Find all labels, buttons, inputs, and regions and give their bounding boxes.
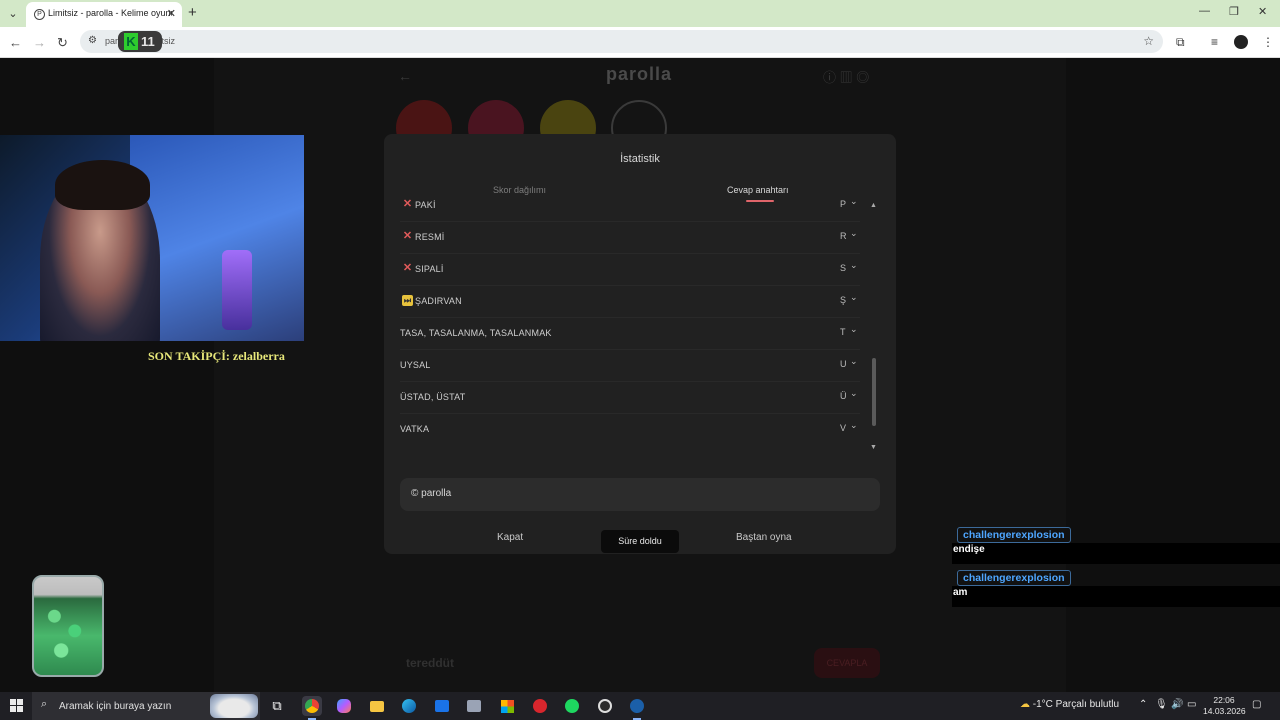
- chat-text: am: [952, 586, 1280, 607]
- mail-icon[interactable]: [432, 696, 452, 716]
- chat-overlay: challengerexplosion endişe challengerexp…: [952, 525, 1280, 611]
- scroll-down-icon[interactable]: ▼: [870, 444, 877, 451]
- network-icon[interactable]: ▭: [1187, 699, 1196, 710]
- speaker-icon[interactable]: 🔊: [1171, 699, 1183, 710]
- scroll-thumb[interactable]: [872, 358, 876, 426]
- site-favicon-icon: P: [34, 9, 45, 20]
- kick-overlay-badge: K 11: [118, 31, 162, 52]
- time-up-toast: Süre doldu: [601, 530, 679, 553]
- tab-search-button[interactable]: ⌄: [4, 5, 22, 23]
- media-controls-icon[interactable]: ≡: [1211, 35, 1218, 49]
- answer-input[interactable]: tereddüt: [398, 648, 818, 678]
- chevron-down-icon[interactable]: ⌄: [850, 292, 858, 303]
- edge-icon[interactable]: [399, 696, 419, 716]
- kick-logo-icon: K: [124, 33, 138, 50]
- partly-cloudy-icon: ☁: [1020, 699, 1030, 710]
- steam-icon[interactable]: [627, 696, 647, 720]
- minimize-icon[interactable]: —: [1199, 5, 1210, 17]
- chat-username: challengerexplosion: [957, 527, 1071, 543]
- task-view-icon[interactable]: ⧉: [267, 696, 287, 716]
- game-logo: parolla: [606, 64, 673, 84]
- chevron-down-icon[interactable]: ⌄: [850, 260, 858, 271]
- pass-icon: ⏭: [402, 295, 413, 306]
- game-back-icon[interactable]: ←: [398, 68, 412, 84]
- chevron-down-icon[interactable]: ⌄: [850, 420, 858, 431]
- new-tab-icon[interactable]: +: [188, 4, 197, 21]
- wrong-icon: ✕: [402, 198, 413, 210]
- answer-list[interactable]: ✕ PAKİ P ⌄ ✕ RESMİ R ⌄ ✕ SIPALİ S ⌄ ⏭ ŞA…: [400, 196, 860, 454]
- answer-list-scrollbar[interactable]: ▲ ▼: [870, 202, 878, 454]
- windows-start-icon[interactable]: [10, 699, 23, 712]
- site-info-icon[interactable]: ⚙: [88, 35, 97, 46]
- profile-avatar[interactable]: [1234, 35, 1248, 49]
- chevron-down-icon[interactable]: ⌄: [850, 388, 858, 399]
- tab-title: Limitsiz - parolla - Kelime oyunu: [48, 8, 172, 18]
- close-button[interactable]: Kapat: [497, 532, 523, 543]
- last-follower-label: SON TAKİPÇİ: zelalberra: [148, 349, 285, 363]
- submit-answer-button[interactable]: CEVAPLA: [814, 648, 880, 678]
- answer-row[interactable]: ÜSTAD, ÜSTAT Ü ⌄: [400, 382, 860, 414]
- copyright-bar: © parolla: [400, 478, 880, 511]
- address-toolbar: ← → ↻ ⚙ paroorgimitsiz ☆: [0, 27, 1280, 58]
- chat-message: challengerexplosion endişe: [952, 525, 1280, 568]
- answer-row[interactable]: VATKA V ⌄: [400, 414, 860, 446]
- header-icons[interactable]: ⓘ ▥ ◎: [823, 67, 869, 86]
- chevron-down-icon[interactable]: ⌄: [850, 324, 858, 335]
- wrong-icon: ✕: [402, 230, 413, 242]
- store-icon[interactable]: [497, 696, 517, 716]
- answer-row[interactable]: ⏭ ŞADIRVAN Ş ⌄: [400, 286, 860, 318]
- obs-icon[interactable]: [595, 696, 615, 716]
- menu-icon[interactable]: ⋮: [1262, 35, 1274, 49]
- tab-answer-key[interactable]: Cevap anahtarı: [727, 185, 789, 195]
- answer-row[interactable]: ✕ RESMİ R ⌄: [400, 222, 860, 254]
- url-bar[interactable]: ⚙ paroorgimitsiz ☆: [80, 30, 1163, 53]
- window-close-icon[interactable]: ✕: [1258, 5, 1267, 18]
- chevron-down-icon[interactable]: ⌄: [850, 228, 858, 239]
- windows-taskbar: ⌕ Aramak için buraya yazın ⧉ ☁ -1°C Parç…: [0, 692, 1280, 720]
- chevron-down-icon[interactable]: ⌄: [850, 356, 858, 367]
- tip-jar-image: [32, 575, 104, 677]
- browser-tab[interactable]: P Limitsiz - parolla - Kelime oyunu ✕: [26, 2, 182, 27]
- chrome-icon[interactable]: [302, 696, 322, 720]
- notification-icon[interactable]: ▢: [1252, 699, 1261, 710]
- search-highlight-image: [210, 694, 258, 718]
- chat-username: challengerexplosion: [957, 570, 1071, 586]
- extensions-icon[interactable]: ⧉: [1176, 35, 1185, 50]
- webcam-feed: [0, 135, 304, 341]
- statistics-modal: İstatistik Skor dağılımı Cevap anahtarı …: [384, 134, 896, 554]
- spotify-icon[interactable]: [562, 696, 582, 716]
- bookmark-star-icon[interactable]: ☆: [1143, 34, 1154, 48]
- tray-chevron-icon[interactable]: ⌃: [1139, 699, 1147, 710]
- chevron-down-icon[interactable]: ⌄: [850, 196, 858, 207]
- answer-row[interactable]: ✕ PAKİ P ⌄: [400, 196, 860, 222]
- answer-row[interactable]: ✕ SIPALİ S ⌄: [400, 254, 860, 286]
- microphone-icon[interactable]: 🎙: [1155, 699, 1168, 710]
- tab-score-distribution[interactable]: Skor dağılımı: [493, 185, 546, 195]
- wrong-icon: ✕: [402, 262, 413, 274]
- search-icon: ⌕: [41, 698, 48, 710]
- restore-icon[interactable]: ❐: [1229, 5, 1239, 18]
- taskbar-search[interactable]: ⌕ Aramak için buraya yazın: [32, 692, 260, 720]
- forward-icon[interactable]: →: [33, 35, 46, 50]
- chat-message: challengerexplosion am: [952, 568, 1280, 611]
- browser-tab-strip: ⌄ P Limitsiz - parolla - Kelime oyunu ✕ …: [0, 0, 1280, 27]
- kick-badge-number: 11: [141, 34, 155, 49]
- answer-row[interactable]: UYSAL U ⌄: [400, 350, 860, 382]
- restart-button[interactable]: Baştan oyna: [736, 532, 792, 543]
- tab-close-icon[interactable]: ✕: [167, 7, 176, 20]
- reload-icon[interactable]: ↻: [57, 35, 68, 51]
- back-icon[interactable]: ←: [9, 35, 22, 50]
- copilot-icon[interactable]: [334, 696, 354, 716]
- answer-row[interactable]: TASA, TASALANMA, TASALANMAK T ⌄: [400, 318, 860, 350]
- modal-title: İstatistik: [620, 153, 660, 165]
- clock[interactable]: 22:06 14.03.2026: [1203, 695, 1246, 717]
- file-explorer-icon[interactable]: [367, 696, 387, 716]
- scroll-up-icon[interactable]: ▲: [870, 202, 877, 209]
- chat-text: endişe: [952, 543, 1280, 564]
- weather-widget[interactable]: ☁ -1°C Parçalı bulutlu: [1020, 699, 1119, 710]
- app-icon[interactable]: [464, 696, 484, 716]
- recording-app-icon[interactable]: [530, 696, 550, 716]
